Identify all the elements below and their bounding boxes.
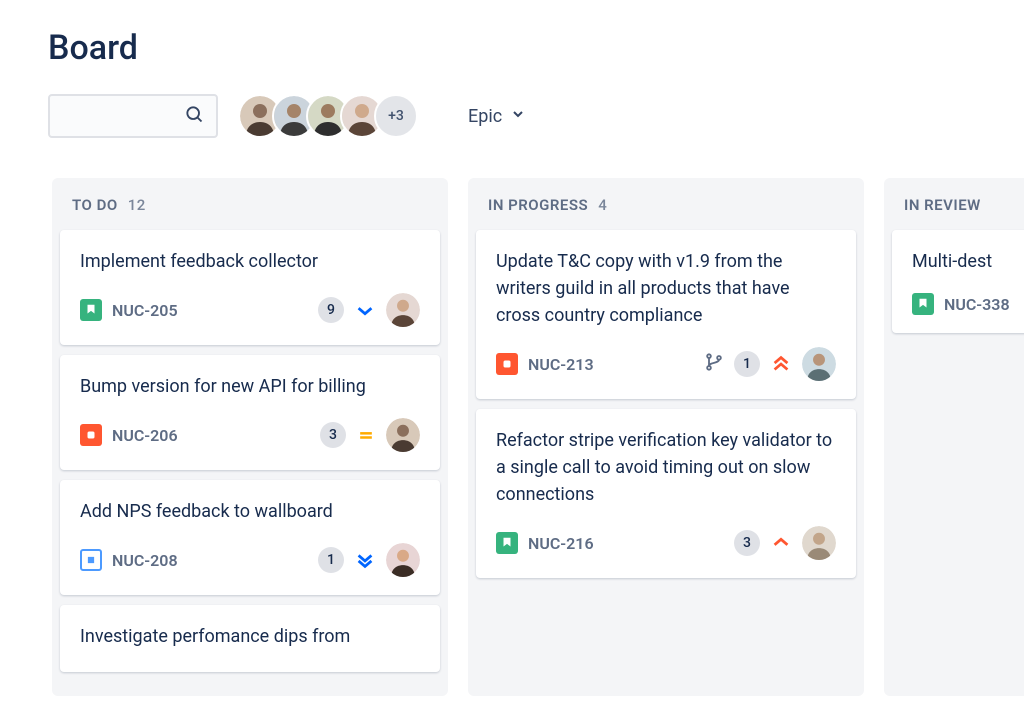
card-title: Add NPS feedback to wallboard [80, 498, 420, 525]
card-title: Investigate perfomance dips from [80, 623, 420, 650]
column-count: 4 [598, 196, 607, 214]
assignee-avatar [386, 418, 420, 452]
issue-type-story-icon [912, 293, 934, 315]
assignee-avatar-filter[interactable]: +3 [238, 94, 418, 138]
search-icon [184, 104, 204, 128]
column-name: IN PROGRESS [488, 196, 588, 214]
card-title: Bump version for new API for billing [80, 373, 420, 400]
assignee-avatar [386, 293, 420, 327]
card-title: Refactor stripe verification key validat… [496, 427, 836, 508]
card[interactable]: Add NPS feedback to wallboard NUC-208 1 [60, 480, 440, 595]
issue-type-task-icon [496, 353, 518, 375]
column-in-review: IN REVIEW Multi-dest NUC-338 [884, 178, 1024, 696]
card[interactable]: Refactor stripe verification key validat… [476, 409, 856, 578]
column-count: 12 [128, 196, 146, 214]
column-todo: TO DO 12 Implement feedback collector NU… [52, 178, 448, 696]
card[interactable]: Implement feedback collector NUC-205 9 [60, 230, 440, 345]
card[interactable]: Multi-dest NUC-338 [892, 230, 1024, 333]
card[interactable]: Investigate perfomance dips from [60, 605, 440, 672]
story-points-badge: 3 [320, 422, 346, 448]
column-name: TO DO [72, 196, 118, 214]
branch-icon [704, 352, 724, 376]
board-columns: TO DO 12 Implement feedback collector NU… [48, 178, 976, 696]
card-title: Implement feedback collector [80, 248, 420, 275]
issue-key: NUC-206 [112, 426, 178, 445]
epic-filter[interactable]: Epic [468, 106, 526, 127]
card[interactable]: Update T&C copy with v1.9 from the write… [476, 230, 856, 399]
board-toolbar: +3 Epic [48, 94, 976, 138]
priority-medium-icon [356, 425, 376, 445]
column-name: IN REVIEW [904, 196, 981, 214]
issue-type-task-icon [80, 424, 102, 446]
issue-key: NUC-213 [528, 355, 594, 374]
priority-high-icon [770, 532, 792, 554]
story-points-badge: 3 [734, 530, 760, 556]
avatar-overflow[interactable]: +3 [374, 94, 418, 138]
story-points-badge: 1 [734, 351, 760, 377]
issue-type-story-icon [80, 299, 102, 321]
epic-filter-label: Epic [468, 106, 502, 127]
issue-key: NUC-216 [528, 534, 594, 553]
issue-key: NUC-208 [112, 551, 178, 570]
card-title: Update T&C copy with v1.9 from the write… [496, 248, 836, 329]
issue-key: NUC-338 [944, 295, 1010, 314]
story-points-badge: 9 [318, 297, 344, 323]
issue-type-subtask-icon [80, 549, 102, 571]
priority-lowest-icon [354, 549, 376, 571]
priority-low-icon [354, 299, 376, 321]
column-in-progress: IN PROGRESS 4 Update T&C copy with v1.9 … [468, 178, 864, 696]
issue-key: NUC-205 [112, 301, 178, 320]
search-input[interactable] [48, 94, 218, 138]
card-title: Multi-dest [912, 248, 1024, 275]
issue-type-story-icon [496, 532, 518, 554]
assignee-avatar [802, 347, 836, 381]
assignee-avatar [802, 526, 836, 560]
chevron-down-icon [510, 106, 526, 127]
story-points-badge: 1 [318, 547, 344, 573]
page-title: Board [48, 28, 976, 68]
priority-highest-icon [770, 353, 792, 375]
card[interactable]: Bump version for new API for billing NUC… [60, 355, 440, 470]
assignee-avatar [386, 543, 420, 577]
